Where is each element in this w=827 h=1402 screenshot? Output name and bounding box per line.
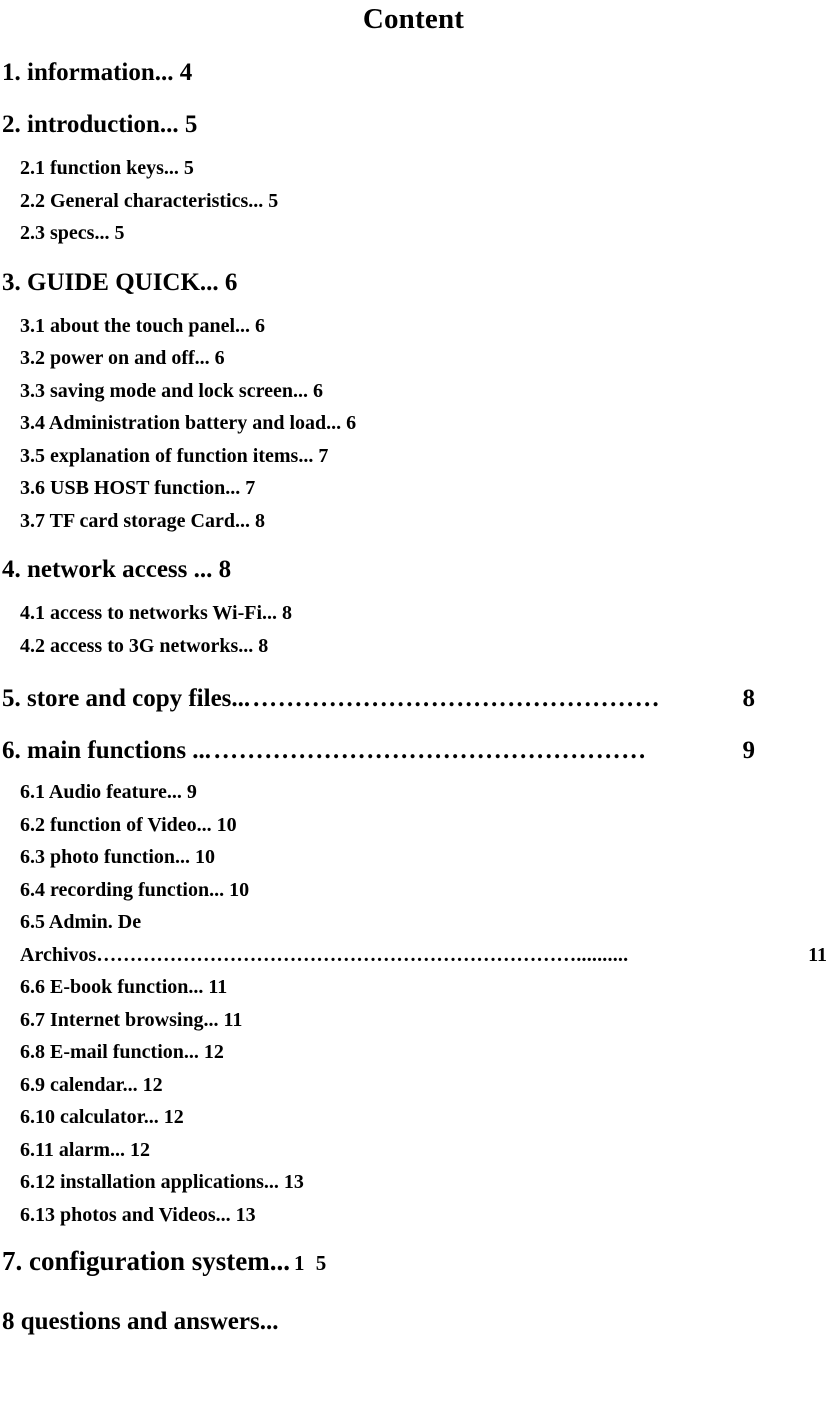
toc-page: Content 1. information... 4 2. introduct…: [0, 2, 827, 1402]
toc-entry-6-9-calendar[interactable]: 6.9 calendar... 12: [0, 1069, 827, 1102]
toc-entry-6-4-recording-function[interactable]: 6.4 recording function... 10: [0, 874, 827, 907]
dot-leader: ……………………………………………: [213, 737, 647, 764]
dot-leader: ..........: [576, 943, 629, 966]
toc-entry-label: 6. main functions ...: [2, 737, 212, 764]
toc-entry-label: 5. store and copy files...: [2, 685, 251, 712]
dot-leader: …………………………………………: [252, 685, 661, 712]
toc-entry-6-11-alarm[interactable]: 6.11 alarm... 12: [0, 1134, 827, 1167]
toc-entry-6-5-admin-de-archivos[interactable]: 6.5 Admin. De: [0, 906, 827, 939]
page-title: Content: [362, 3, 465, 35]
toc-entry-6-2-function-of-video[interactable]: 6.2 function of Video... 10: [0, 809, 827, 842]
toc-page-number: 11: [808, 943, 827, 966]
toc-entry-2-3-specs[interactable]: 2.3 specs... 5: [0, 217, 827, 250]
toc-entry-3-5-explanation-of-function-items[interactable]: 3.5 explanation of function items... 7: [0, 440, 827, 473]
toc-entry-2-2-general-characteristics[interactable]: 2.2 General characteristics... 5: [0, 185, 827, 218]
toc-entry-2-introduction[interactable]: 2. introduction... 5: [0, 110, 827, 140]
toc-entry-3-7-tf-card-storage-card[interactable]: 3.7 TF card storage Card... 8: [0, 505, 827, 538]
toc-entry-3-6-usb-host-function[interactable]: 3.6 USB HOST function... 7: [0, 472, 827, 505]
toc-entry-3-guide-quick[interactable]: 3. GUIDE QUICK... 6: [0, 268, 827, 298]
toc-entry-5-store-and-copy-files[interactable]: 5. store and copy files... ……………………………………: [0, 684, 827, 714]
toc-entry-4-network-access[interactable]: 4. network access ... 8: [0, 555, 827, 585]
toc-entry-3-1-about-the-touch-panel[interactable]: 3.1 about the touch panel... 6: [0, 310, 827, 343]
toc-entry-3-3-saving-mode-and-lock-screen[interactable]: 3.3 saving mode and lock screen... 6: [0, 375, 827, 408]
toc-entry-6-5-continuation[interactable]: Archivos……………………………………………………………… .......…: [0, 939, 827, 972]
toc-entry-6-8-email-function[interactable]: 6.8 E-mail function... 12: [0, 1036, 827, 1069]
toc-entry-6-1-audio-feature[interactable]: 6.1 Audio feature... 9: [0, 776, 827, 809]
toc-entry-2-1-function-keys[interactable]: 2.1 function keys... 5: [0, 152, 827, 185]
toc-entry-4-2-access-to-3g-networks[interactable]: 4.2 access to 3G networks... 8: [0, 630, 827, 663]
toc-entry-label: 7. configuration system...: [2, 1246, 290, 1276]
toc-entry-7-configuration-system[interactable]: 7. configuration system... 1 5: [0, 1245, 827, 1279]
toc-page-number: 1 5: [293, 1251, 330, 1275]
toc-entry-3-2-power-on-and-off[interactable]: 3.2 power on and off... 6: [0, 342, 827, 375]
toc-page-number: 8: [742, 685, 756, 712]
toc-entry-8-questions-and-answers[interactable]: 8 questions and answers...: [0, 1307, 827, 1337]
toc-entry-6-13-photos-and-videos[interactable]: 6.13 photos and Videos... 13: [0, 1199, 827, 1232]
toc-page-number: 9: [742, 737, 756, 764]
toc-entry-3-4-administration-battery-and-load[interactable]: 3.4 Administration battery and load... 6: [0, 407, 827, 440]
toc-entry-1-information[interactable]: 1. information... 4: [0, 58, 827, 88]
toc-entry-4-1-access-to-networks-wifi[interactable]: 4.1 access to networks Wi-Fi... 8: [0, 597, 827, 630]
toc-entry-6-6-ebook-function[interactable]: 6.6 E-book function... 11: [0, 971, 827, 1004]
toc-entry-6-3-photo-function[interactable]: 6.3 photo function... 10: [0, 841, 827, 874]
toc-entry-6-10-calculator[interactable]: 6.10 calculator... 12: [0, 1101, 827, 1134]
toc-entry-label: Archivos………………………………………………………………: [20, 943, 577, 966]
toc-entry-6-7-internet-browsing[interactable]: 6.7 Internet browsing... 11: [0, 1004, 827, 1037]
toc-entry-6-main-functions[interactable]: 6. main functions ... …………………………………………… …: [0, 736, 827, 766]
toc-entry-6-12-installation-applications[interactable]: 6.12 installation applications... 13: [0, 1166, 827, 1199]
